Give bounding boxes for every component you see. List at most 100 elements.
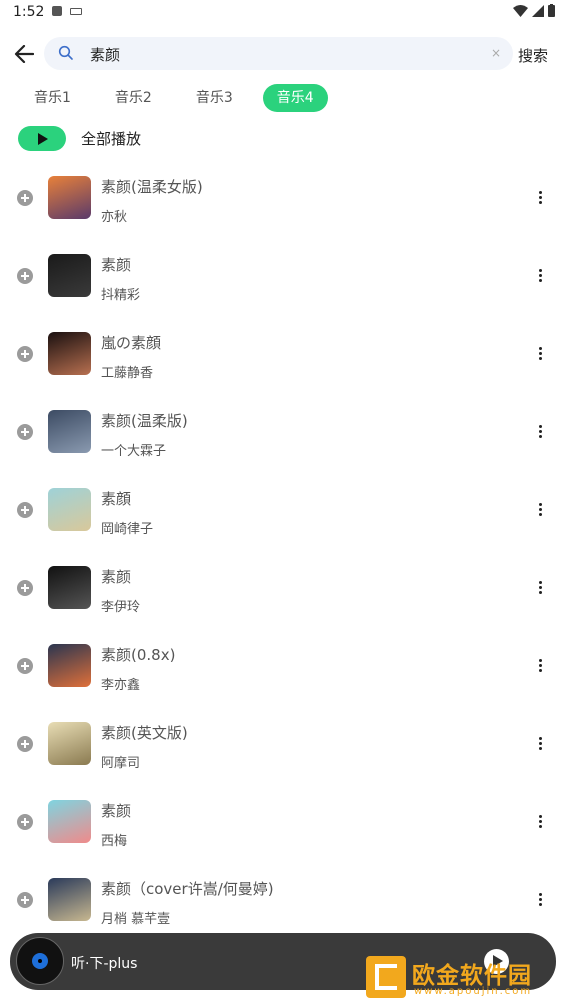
status-right <box>513 4 555 17</box>
search-header: × 搜索 <box>0 34 565 74</box>
status-bar: 1:52 <box>0 0 565 24</box>
search-box[interactable]: × <box>44 37 513 70</box>
song-title: 素颜 <box>101 802 132 820</box>
status-time: 1:52 <box>13 4 45 20</box>
more-options-icon[interactable] <box>537 346 545 362</box>
more-dot <box>539 893 542 896</box>
more-dot <box>539 903 542 906</box>
more-dot <box>539 279 542 282</box>
search-input[interactable] <box>90 42 470 66</box>
song-artist: 亦秋 <box>101 210 128 225</box>
song-row[interactable]: 素颜（cover许嵩/何曼婷) 月梢 慕芊壹 <box>0 859 565 937</box>
more-options-icon[interactable] <box>537 736 545 752</box>
song-title: 嵐の素顔 <box>101 334 162 352</box>
more-dot <box>539 269 542 272</box>
watermark-logo <box>366 956 406 998</box>
song-title: 素颜(英文版) <box>101 724 188 742</box>
add-icon[interactable] <box>17 346 33 362</box>
more-dot <box>539 586 542 589</box>
clear-search-button[interactable]: × <box>491 46 501 60</box>
player-title: 听·下-plus <box>71 956 138 972</box>
more-options-icon[interactable] <box>537 658 545 674</box>
more-dot <box>539 430 542 433</box>
song-cover <box>48 800 91 843</box>
add-icon[interactable] <box>17 190 33 206</box>
watermark: 欧金软件园 www.apoujin.com <box>366 956 560 1000</box>
add-icon[interactable] <box>17 736 33 752</box>
add-icon[interactable] <box>17 424 33 440</box>
song-row[interactable]: 素颜(英文版) 阿摩司 <box>0 703 565 781</box>
more-options-icon[interactable] <box>537 814 545 830</box>
song-cover <box>48 722 91 765</box>
more-dot <box>539 508 542 511</box>
add-icon[interactable] <box>17 268 33 284</box>
tab-music-2[interactable]: 音乐2 <box>101 84 166 112</box>
more-options-icon[interactable] <box>537 580 545 596</box>
play-all-button[interactable] <box>18 126 66 151</box>
song-artist: 一个大霖子 <box>101 444 167 459</box>
song-row[interactable]: 素颜 李伊玲 <box>0 547 565 625</box>
tab-music-1[interactable]: 音乐1 <box>20 84 85 112</box>
more-dot <box>539 191 542 194</box>
more-dot <box>539 742 542 745</box>
more-dot <box>539 747 542 750</box>
song-artist: 李亦鑫 <box>101 678 141 693</box>
song-artist: 岡崎律子 <box>101 522 154 537</box>
watermark-url: www.apoujin.com <box>414 986 533 997</box>
play-all[interactable]: 全部播放 <box>18 125 141 152</box>
play-icon <box>38 132 48 145</box>
song-row[interactable]: 素颜(温柔女版) 亦秋 <box>0 157 565 235</box>
add-icon[interactable] <box>17 502 33 518</box>
back-button[interactable] <box>10 40 38 68</box>
search-icon <box>58 45 73 60</box>
song-row[interactable]: 嵐の素顔 工藤静香 <box>0 313 565 391</box>
more-dot <box>539 659 542 662</box>
song-cover <box>48 332 91 375</box>
song-artist: 阿摩司 <box>101 756 141 771</box>
song-cover <box>48 254 91 297</box>
song-cover <box>48 644 91 687</box>
more-dot <box>539 435 542 438</box>
keyboard-icon <box>70 8 82 15</box>
arrow-left-icon <box>14 45 34 63</box>
song-title: 素颜 <box>101 568 132 586</box>
more-dot <box>539 352 542 355</box>
add-icon[interactable] <box>17 892 33 908</box>
search-button[interactable]: 搜索 <box>518 45 548 66</box>
song-cover <box>48 878 91 921</box>
more-dot <box>539 825 542 828</box>
more-dot <box>539 503 542 506</box>
more-dot <box>539 669 542 672</box>
song-title: 素颜(0.8x) <box>101 646 176 664</box>
tab-music-3[interactable]: 音乐3 <box>182 84 247 112</box>
song-cover <box>48 410 91 453</box>
tab-music-4[interactable]: 音乐4 <box>262 84 328 112</box>
song-title: 素颜(温柔版) <box>101 412 188 430</box>
song-row[interactable]: 素顔 岡崎律子 <box>0 469 565 547</box>
add-icon[interactable] <box>17 658 33 674</box>
album-disc[interactable] <box>16 937 64 985</box>
song-row[interactable]: 素颜 抖精彩 <box>0 235 565 313</box>
add-icon[interactable] <box>17 814 33 830</box>
watermark-text: 欧金软件园 <box>412 963 532 989</box>
more-options-icon[interactable] <box>537 424 545 440</box>
song-artist: 李伊玲 <box>101 600 141 615</box>
more-options-icon[interactable] <box>537 268 545 284</box>
song-row[interactable]: 素颜(温柔版) 一个大霖子 <box>0 391 565 469</box>
song-row[interactable]: 素颜(0.8x) 李亦鑫 <box>0 625 565 703</box>
add-icon[interactable] <box>17 580 33 596</box>
song-row[interactable]: 素颜 西梅 <box>0 781 565 859</box>
more-dot <box>539 513 542 516</box>
song-cover <box>48 566 91 609</box>
notification-icon <box>52 6 62 16</box>
more-options-icon[interactable] <box>537 190 545 206</box>
more-options-icon[interactable] <box>537 892 545 908</box>
song-title: 素颜 <box>101 256 132 274</box>
more-options-icon[interactable] <box>537 502 545 518</box>
battery-icon <box>548 4 555 17</box>
song-artist: 抖精彩 <box>101 288 141 303</box>
more-dot <box>539 425 542 428</box>
more-dot <box>539 357 542 360</box>
song-title: 素颜(温柔女版) <box>101 178 203 196</box>
song-cover <box>48 488 91 531</box>
